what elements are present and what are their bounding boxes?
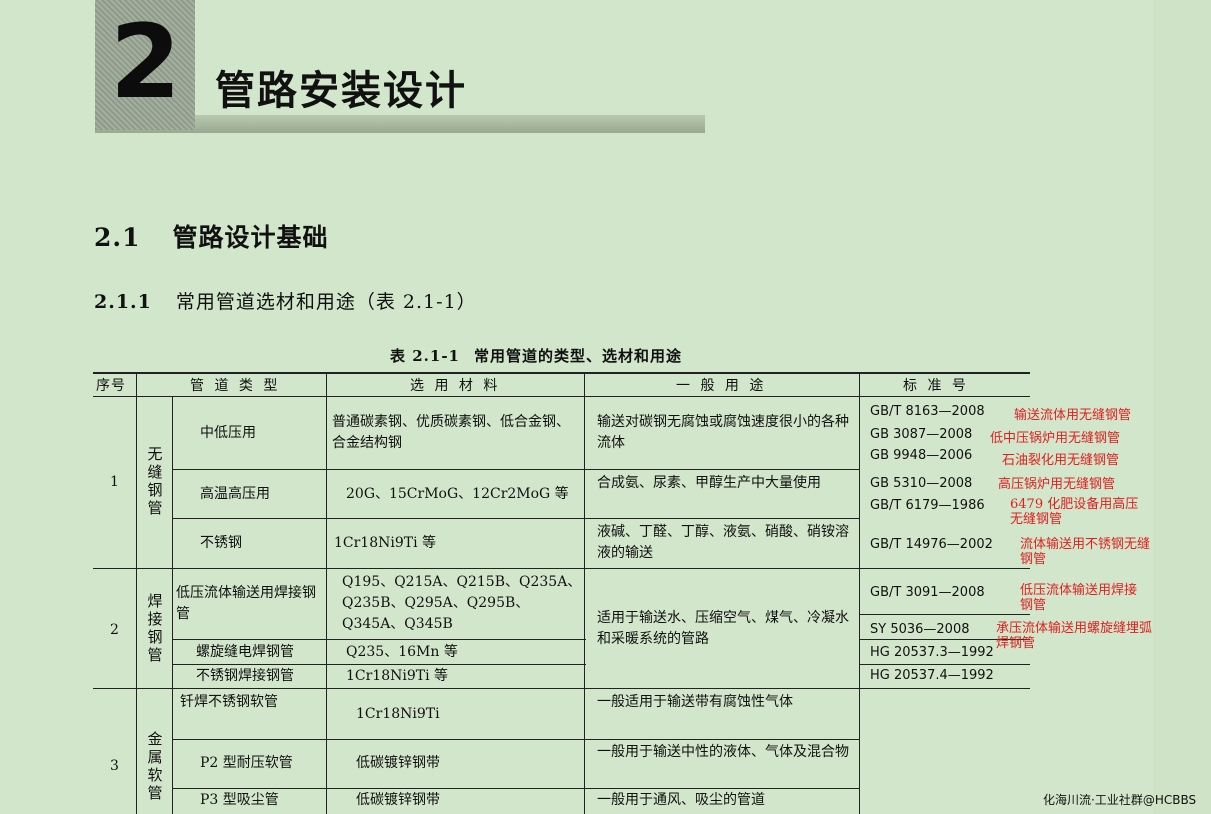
chapter-title: 管路安装设计 [215, 68, 467, 114]
subsection-title: 常用管道选材和用途（表 2.1-1） [175, 291, 477, 313]
standard-code: GB/T 14976—2002 [870, 537, 993, 552]
subsection-number: 2.1.1 [94, 291, 152, 313]
group-name: 焊接钢管 [147, 592, 163, 664]
standard-code: HG 20537.3—1992 [870, 645, 994, 660]
group-no: 3 [110, 758, 119, 774]
watermark: 化海川流·工业社群@HCBBS [1043, 793, 1197, 807]
group-no: 1 [110, 474, 119, 490]
table-caption: 表 2.1-1 常用管道的类型、选材和用途 [390, 345, 682, 366]
row-type: 钎焊不锈钢软管 [180, 694, 278, 710]
row-usage: 合成氨、尿素、甲醇生产中大量使用 [597, 475, 821, 491]
annotation-note: 6479 化肥设备用高压无缝钢管 [1010, 497, 1139, 527]
standard-code: GB 3087—2008 [870, 427, 973, 442]
row-usage: 液碱、丁醛、丁醇、液氨、硝酸、硝铵溶液的输送 [597, 524, 849, 561]
row-type: P3 型吸尘管 [200, 792, 279, 808]
standard-code: GB 5310—2008 [870, 476, 973, 491]
row-type: P2 型耐压软管 [200, 755, 293, 771]
row-material: 1Cr18Ni9Ti 等 [346, 668, 449, 684]
header-standard: 标 准 号 [903, 378, 969, 394]
group-name: 金属软管 [147, 730, 163, 802]
annotation-note: 流体输送用不锈钢无缝钢管 [1020, 537, 1151, 567]
row-material: 低碳镀锌钢带 [356, 792, 440, 808]
header-type: 管 道 类 型 [190, 378, 281, 394]
annotation-note: 承压流体输送用螺旋缝埋弧焊钢管 [996, 621, 1153, 651]
row-type: 不锈钢焊接钢管 [196, 668, 294, 684]
row-material: 20G、15CrMoG、12Cr2MoG 等 [346, 486, 569, 502]
row-usage: 适用于输送水、压缩空气、煤气、冷凝水和采暖系统的管路 [597, 610, 849, 647]
annotation-note: 高压锅炉用无缝钢管 [998, 477, 1116, 492]
row-material: 普通碳素钢、优质碳素钢、低合金钢、合金结构钢 [332, 414, 570, 451]
row-usage: 输送对碳钢无腐蚀或腐蚀速度很小的各种流体 [597, 414, 849, 451]
row-material: Q195、Q215A、Q215B、Q235A、Q235B、Q295A、Q295B… [342, 574, 582, 632]
header-no: 序号 [96, 378, 126, 394]
annotation-note: 输送流体用无缝钢管 [1014, 408, 1132, 423]
header-usage: 一 般 用 途 [676, 378, 767, 394]
section-heading: 2.1 管路设计基础 [94, 218, 329, 254]
row-type: 高温高压用 [200, 486, 270, 502]
standard-code: SY 5036—2008 [870, 622, 970, 637]
row-material: 低碳镀锌钢带 [356, 755, 440, 771]
section-number: 2.1 [94, 223, 141, 252]
annotation-note: 低压流体输送用焊接钢管 [1020, 583, 1138, 613]
row-material: Q235、16Mn 等 [346, 644, 458, 660]
chapter-number: 2 [110, 3, 181, 122]
row-usage: 一般用于输送中性的液体、气体及混合物 [597, 744, 849, 760]
header-material: 选 用 材 料 [410, 378, 501, 394]
group-name: 无缝钢管 [147, 445, 163, 517]
section-title: 管路设计基础 [172, 223, 329, 252]
annotation-note: 低中压锅炉用无缝钢管 [990, 431, 1121, 446]
row-type: 不锈钢 [200, 535, 242, 551]
table-title: 常用管道的类型、选材和用途 [473, 347, 682, 365]
standard-code: GB/T 3091—2008 [870, 585, 985, 600]
table-number: 表 2.1-1 [390, 347, 460, 365]
standard-code: GB/T 8163—2008 [870, 404, 985, 419]
standard-code: HG 20537.4—1992 [870, 668, 994, 683]
subsection-heading: 2.1.1 常用管道选材和用途（表 2.1-1） [94, 287, 477, 314]
row-type: 中低压用 [200, 425, 256, 441]
row-material: 1Cr18Ni9Ti [356, 706, 440, 722]
row-usage: 一般适用于输送带有腐蚀性气体 [597, 694, 793, 710]
row-type: 低压流体输送用焊接钢管 [176, 585, 316, 622]
standard-code: GB 9948—2006 [870, 448, 973, 463]
annotation-note: 石油裂化用无缝钢管 [1002, 453, 1120, 468]
group-no: 2 [110, 622, 119, 638]
row-usage: 一般用于通风、吸尘的管道 [597, 792, 765, 808]
row-material: 1Cr18Ni9Ti 等 [334, 535, 437, 551]
row-type: 螺旋缝电焊钢管 [196, 644, 294, 660]
standard-code: GB/T 6179—1986 [870, 498, 985, 513]
